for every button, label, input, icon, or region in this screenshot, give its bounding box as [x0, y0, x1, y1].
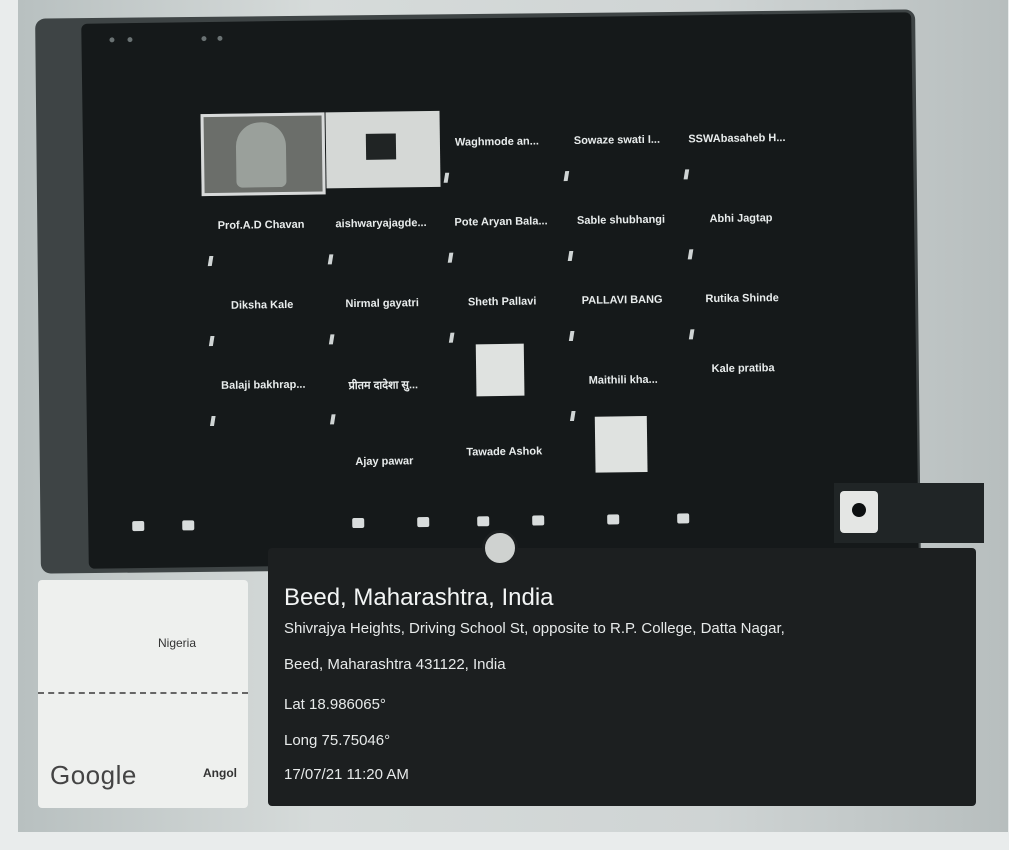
mic-icon: [329, 414, 336, 425]
video-camera-icon: [182, 520, 195, 531]
participant-tile[interactable]: Kale pratiba: [684, 336, 803, 414]
participant-tile[interactable]: Abhi Jagtap: [682, 186, 801, 264]
location-longitude: Long 75.75046°: [284, 732, 391, 749]
participants-icon: [417, 517, 430, 528]
toolbar-participants-button[interactable]: [403, 517, 443, 531]
participant-name: Sable shubhangi: [576, 213, 666, 227]
gps-camera-app-icon: [840, 491, 878, 533]
participant-name: Kale pratiba: [711, 362, 775, 376]
participant-tile[interactable]: Sowaze swati I...: [557, 108, 676, 186]
microphone-icon: [132, 520, 145, 532]
location-address-line2: Beed, Maharashtra 431122, India: [284, 656, 506, 673]
person-thumbnail: [235, 121, 287, 188]
mic-icon: [328, 334, 335, 345]
chat-icon: [477, 516, 490, 527]
participant-name: Rutika Shinde: [705, 292, 779, 306]
location-timestamp: 17/07/21 11:20 AM: [284, 766, 409, 783]
map-border-line: [38, 692, 248, 694]
participant-tile[interactable]: Maithili kha...: [564, 347, 683, 425]
participant-name: Maithili kha...: [588, 373, 658, 387]
participant-name: Sowaze swati I...: [573, 133, 661, 147]
record-icon: [607, 514, 620, 525]
location-city: Beed, Maharashtra, India: [284, 584, 554, 611]
location-pin-icon: [482, 530, 518, 566]
participant-name: Waghmode an...: [454, 135, 539, 149]
participant-tile[interactable]: PALLAVI BANG: [563, 267, 682, 345]
window-dot-icon: [127, 37, 133, 43]
participant-video-placeholder: [475, 343, 525, 397]
location-latitude: Lat 18.986065°: [284, 696, 386, 713]
mic-icon: [209, 415, 216, 427]
participant-video-1[interactable]: [200, 112, 326, 197]
participant-tile[interactable]: Waghmode an...: [437, 109, 556, 187]
participant-name: Nirmal gayatri: [345, 297, 419, 311]
meeting-window: Waghmode an... Sowaze swati I... SSWAbas…: [81, 12, 919, 569]
mic-icon: [207, 255, 214, 267]
location-address-line1: Shivrajya Heights, Driving School St, op…: [284, 620, 785, 637]
window-dot-icon: [217, 35, 223, 41]
participant-tile[interactable]: Balaji bakhrap...: [204, 352, 323, 430]
gps-camera-banner: [834, 483, 984, 543]
participant-name: SSWAbasaheb H...: [688, 131, 786, 146]
mic-icon: [569, 410, 576, 422]
mic-icon: [568, 330, 575, 342]
mic-icon: [443, 172, 450, 183]
participant-name: Sheth Pallavi: [467, 295, 537, 309]
window-dot-icon: [109, 37, 115, 43]
participant-tile[interactable]: Ajay pawar: [325, 429, 444, 507]
participant-name: Prof.A.D Chavan: [217, 218, 305, 232]
participant-tile[interactable]: Pote Aryan Bala...: [442, 189, 561, 267]
mic-icon: [563, 171, 570, 182]
participant-name: प्रीतम दादेशा सु...: [348, 379, 419, 393]
map-country-label: Nigeria: [158, 636, 197, 650]
map-country-label: Angol: [203, 766, 237, 780]
toolbar-mute-button[interactable]: [118, 520, 158, 535]
share-screen-icon: [532, 515, 545, 526]
participant-tile[interactable]: aishwaryajagde...: [322, 191, 441, 269]
mic-icon: [448, 332, 455, 343]
toolbar-chat-button[interactable]: [463, 516, 503, 530]
toolbar-share-screen-button[interactable]: [518, 515, 558, 529]
participant-name: Balaji bakhrap...: [221, 378, 306, 392]
participant-tile[interactable]: Rutika Shinde: [683, 266, 802, 344]
participant-tile[interactable]: प्रीतम दादेशा सु...: [324, 351, 443, 429]
participant-name: Tawade Ashok: [466, 445, 543, 459]
toolbar-video-button[interactable]: [168, 520, 208, 534]
mic-icon: [327, 254, 334, 265]
location-overlay: Beed, Maharashtra, India Shivrajya Heigh…: [268, 530, 976, 806]
mic-icon: [687, 249, 694, 260]
participant-name: Pote Aryan Bala...: [454, 215, 548, 229]
toolbar-reactions-button[interactable]: [663, 513, 703, 527]
participant-name: aishwaryajagde...: [335, 217, 427, 231]
toolbar-recording-button[interactable]: [593, 514, 633, 528]
participant-name: Ajay pawar: [355, 455, 414, 469]
mic-icon: [683, 169, 690, 180]
participant-tile[interactable]: Tawade Ashok: [445, 419, 564, 497]
mic-icon: [447, 252, 454, 263]
participant-tile[interactable]: Diksha Kale: [203, 273, 322, 351]
participant-tile[interactable]: SSWAbasaheb H...: [677, 106, 796, 184]
shield-icon: [352, 517, 365, 529]
mic-icon: [208, 335, 215, 347]
toolbar-security-button[interactable]: [338, 517, 378, 532]
participant-video-2[interactable]: [325, 110, 441, 189]
participant-video-placeholder: [594, 415, 648, 473]
map-thumbnail: Nigeria Google Angol: [38, 580, 248, 808]
google-logo: Google: [50, 760, 137, 790]
participant-tile[interactable]: Sable shubhangi: [562, 187, 681, 265]
participant-tile[interactable]: Sheth Pallavi: [443, 269, 562, 347]
window-dot-icon: [201, 36, 207, 42]
camera-icon: [365, 133, 397, 160]
participant-name: Diksha Kale: [230, 298, 294, 312]
participant-tile[interactable]: Nirmal gayatri: [323, 271, 442, 349]
participant-tile[interactable]: Prof.A.D Chavan: [202, 193, 321, 271]
participant-name: Abhi Jagtap: [709, 212, 773, 226]
reactions-icon: [677, 513, 690, 524]
mic-icon: [567, 250, 574, 262]
participant-name: PALLAVI BANG: [581, 293, 663, 307]
